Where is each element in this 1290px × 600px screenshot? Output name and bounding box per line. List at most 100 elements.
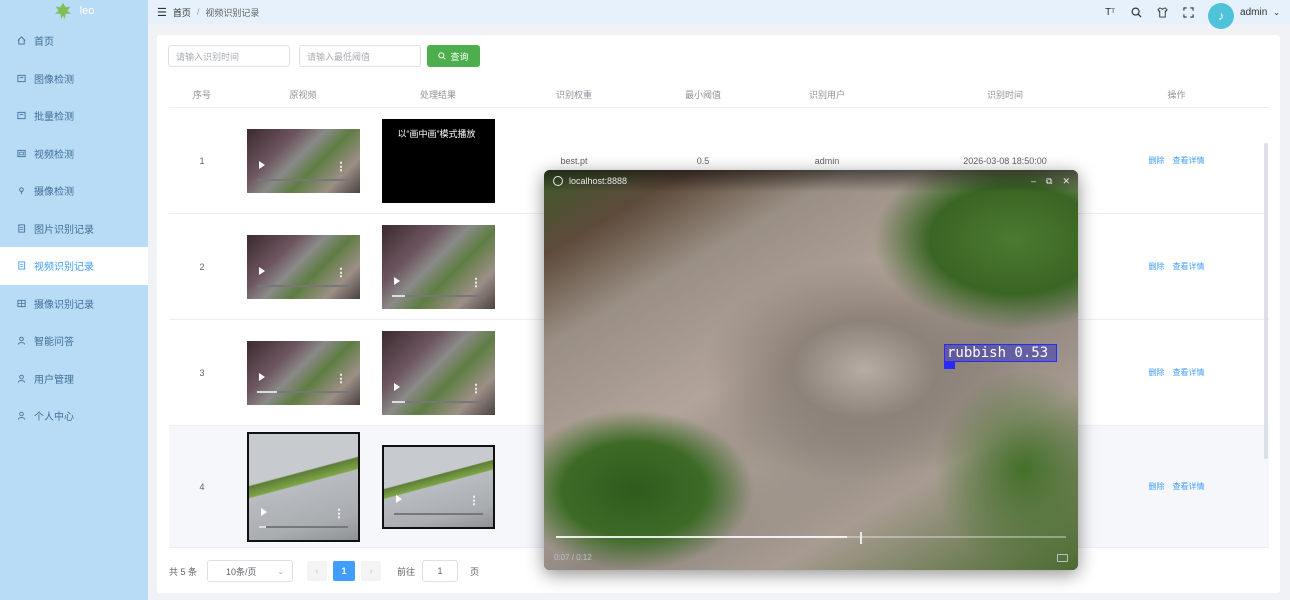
search-icon — [438, 52, 447, 60]
next-page-button[interactable]: › — [361, 561, 382, 581]
hamburger-icon[interactable]: ☰ — [157, 6, 167, 19]
breadcrumb-home[interactable]: 首页 — [173, 6, 191, 19]
sidebar-item-label: 个人中心 — [34, 412, 74, 424]
more-options-icon[interactable]: ⋮ — [469, 495, 480, 506]
sidebar-item-3[interactable]: 视频检测 — [0, 135, 148, 173]
header-weight: 识别权重 — [555, 90, 592, 100]
source-video-player[interactable]: ⋮ — [246, 234, 360, 299]
more-options-icon[interactable]: ⋮ — [471, 383, 482, 394]
more-options-icon[interactable]: ⋮ — [336, 161, 347, 172]
pip-video-window[interactable]: localhost:8888 – ⧉ ✕ rubbish 0.53 0:07 /… — [544, 170, 1078, 570]
logo[interactable]: leo — [0, 0, 148, 22]
header-result: 处理结果 — [419, 90, 456, 100]
sidebar-item-6[interactable]: 视频识别记录 — [0, 247, 148, 285]
sidebar-item-2[interactable]: 批量检测 — [0, 97, 148, 135]
result-video-player[interactable]: 以“画中画”模式播放 — [381, 118, 495, 203]
result-video-player[interactable]: ⋮ — [381, 330, 495, 415]
top-bar: ☰ 首页 / 视频识别记录 TT ♪ admin ⌄ — [148, 0, 1290, 29]
shirt-icon[interactable] — [1156, 6, 1168, 18]
sidebar-item-label: 首页 — [34, 37, 54, 49]
more-options-icon[interactable]: ⋮ — [336, 267, 347, 278]
pip-window-controls: – ⧉ ✕ — [1031, 170, 1070, 192]
breadcrumb: ☰ 首页 / 视频识别记录 — [157, 6, 259, 19]
header-actions: TT ♪ admin ⌄ — [1104, 0, 1280, 29]
time-search-input[interactable]: 请输入识别时间 — [168, 45, 290, 67]
play-icon[interactable] — [258, 372, 265, 381]
source-video-player[interactable]: ⋮ — [246, 431, 360, 542]
minimize-icon[interactable]: – — [1031, 176, 1036, 186]
play-icon[interactable] — [393, 276, 400, 285]
close-icon[interactable]: ✕ — [1062, 176, 1070, 187]
document-icon — [17, 224, 26, 233]
breadcrumb-separator: / — [196, 7, 200, 17]
query-button[interactable]: 查询 — [427, 45, 480, 67]
avatar[interactable]: ♪ — [1208, 3, 1235, 29]
time-search-placeholder: 请输入识别时间 — [176, 51, 240, 62]
goto-page-input[interactable]: 1 — [422, 560, 459, 582]
play-icon[interactable] — [395, 494, 402, 503]
play-icon[interactable] — [258, 160, 265, 169]
sidebar-item-label: 视频检测 — [34, 149, 74, 161]
sidebar-item-4[interactable]: 摄像检测 — [0, 172, 148, 210]
threshold-search-input[interactable]: 请输入最低阈值 — [299, 45, 421, 67]
delete-link[interactable]: 删除 — [1149, 367, 1165, 378]
page-number-current[interactable]: 1 — [333, 561, 356, 581]
row-weight: best.pt — [560, 155, 588, 166]
search-icon[interactable] — [1130, 6, 1142, 18]
result-video-player[interactable]: ⋮ — [381, 224, 495, 309]
table-scrollbar[interactable] — [1264, 143, 1268, 459]
page-jumper: 前往 1 页 — [397, 560, 479, 582]
sidebar-item-1[interactable]: 图像检测 — [0, 60, 148, 98]
video-icon — [17, 149, 26, 158]
view-detail-link[interactable]: 查看详情 — [1173, 155, 1205, 166]
camera-icon — [17, 186, 26, 195]
delete-link[interactable]: 删除 — [1149, 481, 1165, 492]
pip-progress-knob[interactable] — [860, 532, 862, 544]
back-to-tab-icon[interactable]: ⧉ — [1046, 176, 1052, 187]
sidebar-item-label: 摄像检测 — [34, 187, 74, 199]
pip-progress-bar[interactable] — [556, 536, 1066, 538]
view-detail-link[interactable]: 查看详情 — [1173, 261, 1205, 272]
view-detail-link[interactable]: 查看详情 — [1173, 481, 1205, 492]
play-icon[interactable] — [258, 266, 265, 275]
sidebar-item-7[interactable]: 摄像识别记录 — [0, 285, 148, 323]
prev-page-button[interactable]: ‹ — [307, 561, 328, 581]
sidebar-item-label: 批量检测 — [34, 112, 74, 124]
font-size-icon[interactable]: TT — [1104, 6, 1116, 18]
sidebar: leo 首页图像检测批量检测视频检测摄像检测图片识别记录视频识别记录摄像识别记录… — [0, 0, 148, 600]
sidebar-item-10[interactable]: 个人中心 — [0, 397, 148, 435]
sidebar-item-8[interactable]: 智能问答 — [0, 322, 148, 360]
page-suffix: 页 — [470, 566, 480, 577]
fullscreen-icon[interactable] — [1182, 6, 1194, 18]
query-label: 查询 — [450, 51, 469, 62]
goto-label: 前往 — [397, 566, 416, 577]
result-video-player[interactable]: ⋮ — [381, 444, 495, 529]
user-icon — [17, 411, 26, 420]
source-video-player[interactable]: ⋮ — [246, 340, 360, 405]
play-icon[interactable] — [260, 507, 267, 516]
delete-link[interactable]: 删除 — [1149, 155, 1165, 166]
user-menu[interactable]: ♪ admin ⌄ — [1208, 0, 1280, 29]
sidebar-item-5[interactable]: 图片识别记录 — [0, 210, 148, 248]
row-user: admin — [814, 155, 840, 166]
play-icon[interactable] — [393, 382, 400, 391]
sidebar-item-label: 视频识别记录 — [34, 262, 94, 274]
more-options-icon[interactable]: ⋮ — [336, 373, 347, 384]
captions-icon[interactable] — [1057, 554, 1068, 562]
more-options-icon[interactable]: ⋮ — [471, 277, 482, 288]
pip-mode-notice: 以“画中画”模式播放 — [397, 128, 476, 139]
source-video-player[interactable]: ⋮ — [246, 128, 360, 193]
chevron-down-icon: ⌄ — [1273, 7, 1280, 17]
sidebar-item-0[interactable]: 首页 — [0, 22, 148, 60]
delete-link[interactable]: 删除 — [1149, 261, 1165, 272]
more-options-icon[interactable]: ⋮ — [334, 508, 345, 519]
page-size-select[interactable]: 10条/页 ⌄ — [207, 560, 294, 582]
pip-title-bar[interactable]: localhost:8888 – ⧉ ✕ — [544, 170, 1078, 192]
pip-title: localhost:8888 — [569, 176, 628, 186]
view-detail-link[interactable]: 查看详情 — [1173, 367, 1205, 378]
sidebar-item-9[interactable]: 用户管理 — [0, 360, 148, 398]
breadcrumb-current: 视频识别记录 — [205, 7, 260, 18]
row-index: 4 — [199, 481, 205, 492]
sidebar-menu: 首页图像检测批量检测视频检测摄像检测图片识别记录视频识别记录摄像识别记录 智能问答… — [0, 22, 148, 435]
chevron-down-icon: ⌄ — [277, 566, 285, 576]
